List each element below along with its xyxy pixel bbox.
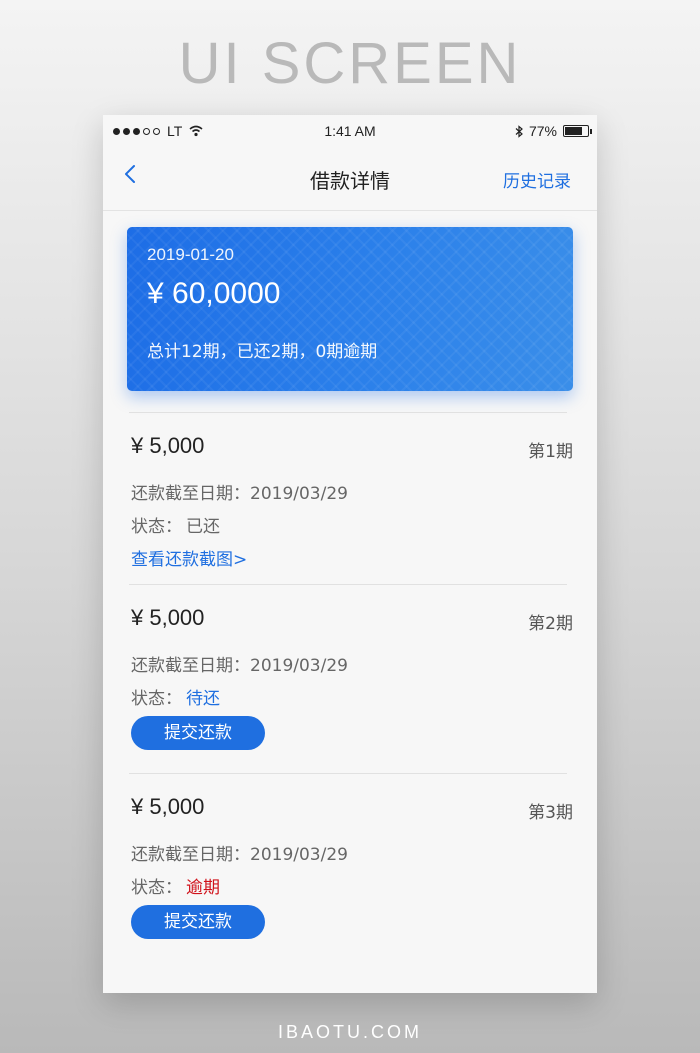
status-value: 逾期 xyxy=(186,878,220,898)
due-date-label: 还款截至日期： xyxy=(131,656,250,676)
due-date-row: 还款截至日期：2019/03/29 xyxy=(131,651,348,676)
loan-date: 2019-01-20 xyxy=(147,245,234,264)
loan-amount: ¥ 60,0000 xyxy=(147,277,281,310)
submit-repayment-button[interactable]: 提交还款 xyxy=(131,716,265,750)
history-link[interactable]: 历史记录 xyxy=(503,167,571,192)
status-row: 状态： 已还 xyxy=(131,512,220,537)
page-footer: IBAOTU.COM xyxy=(277,1022,422,1042)
installment-amount: ¥ 5,000 xyxy=(131,794,205,819)
installment-item: ¥ 5,000 第1期 还款截至日期：2019/03/29 状态： 已还 查看还款… xyxy=(129,412,573,584)
installment-period: 第1期 xyxy=(528,442,573,462)
loan-summary-card: 2019-01-20 ¥ 60,0000 总计12期，已还2期，0期逾期 xyxy=(127,227,573,391)
status-bar: LT 1:41 AM 77% xyxy=(103,115,597,147)
status-label: 状态： xyxy=(131,517,182,537)
page-header: UI SCREEN xyxy=(178,31,522,96)
battery-fill xyxy=(565,127,582,135)
status-value: 已还 xyxy=(186,517,220,537)
battery-percent: 77% xyxy=(528,123,557,139)
due-date-label: 还款截至日期： xyxy=(131,845,250,865)
submit-repayment-button[interactable]: 提交还款 xyxy=(131,905,265,939)
phone-screen: LT 1:41 AM 77% 借款详情 历史记录 2019-01-20 ¥ 60… xyxy=(103,115,597,993)
installment-amount: ¥ 5,000 xyxy=(131,605,205,630)
battery-status: 77% xyxy=(515,123,592,139)
status-label: 状态： xyxy=(131,878,182,898)
status-value: 待还 xyxy=(186,689,220,709)
due-date-row: 还款截至日期：2019/03/29 xyxy=(131,479,348,504)
status-row: 状态： 待还 xyxy=(131,684,220,709)
bluetooth-icon xyxy=(515,124,523,138)
installment-item: ¥ 5,000 第3期 还款截至日期：2019/03/29 状态： 逾期 提交还款 xyxy=(129,773,573,963)
due-date-row: 还款截至日期：2019/03/29 xyxy=(131,840,348,865)
due-date-label: 还款截至日期： xyxy=(131,484,250,504)
battery-icon xyxy=(563,125,592,137)
nav-bar: 借款详情 历史记录 xyxy=(103,147,597,211)
due-date-value: 2019/03/29 xyxy=(250,484,348,504)
installment-amount: ¥ 5,000 xyxy=(131,433,205,458)
due-date-value: 2019/03/29 xyxy=(250,656,348,676)
installment-period: 第3期 xyxy=(528,803,573,823)
loan-summary: 总计12期，已还2期，0期逾期 xyxy=(147,342,378,362)
installment-item: ¥ 5,000 第2期 还款截至日期：2019/03/29 状态： 待还 提交还款 xyxy=(129,584,573,774)
installment-period: 第2期 xyxy=(528,614,573,634)
status-row: 状态： 逾期 xyxy=(131,873,220,898)
due-date-value: 2019/03/29 xyxy=(250,845,348,865)
view-receipt-link[interactable]: 查看还款截图> xyxy=(131,545,247,570)
status-label: 状态： xyxy=(131,689,182,709)
